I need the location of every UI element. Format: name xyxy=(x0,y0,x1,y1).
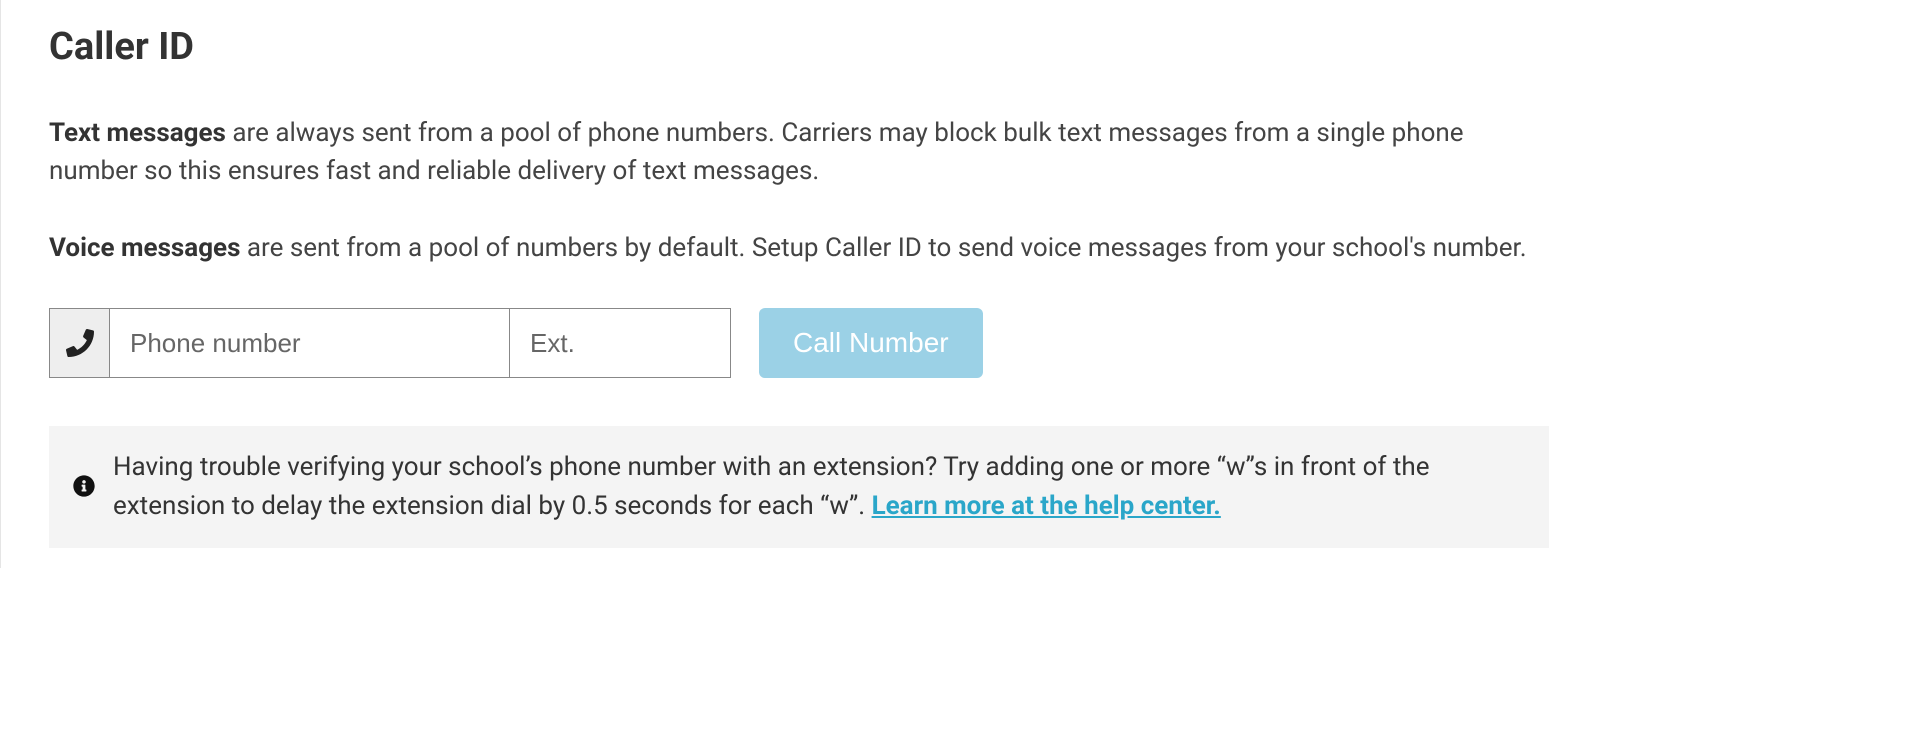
info-body: Having trouble verifying your school’s p… xyxy=(113,452,1430,521)
call-number-button[interactable]: Call Number xyxy=(759,308,983,378)
section-title: Caller ID xyxy=(49,20,1872,75)
caller-id-form-row: Call Number xyxy=(49,308,1872,378)
text-messages-body: are always sent from a pool of phone num… xyxy=(49,118,1464,186)
extension-input[interactable] xyxy=(510,309,730,377)
text-messages-label: Text messages xyxy=(49,118,226,148)
phone-input-group xyxy=(49,308,731,378)
info-text: Having trouble verifying your school’s p… xyxy=(113,448,1525,526)
info-icon xyxy=(73,448,95,524)
voice-messages-body: are sent from a pool of numbers by defau… xyxy=(240,233,1526,263)
info-box: Having trouble verifying your school’s p… xyxy=(49,426,1549,548)
phone-number-input[interactable] xyxy=(110,309,510,377)
voice-messages-paragraph: Voice messages are sent from a pool of n… xyxy=(49,230,1549,268)
help-center-link[interactable]: Learn more at the help center. xyxy=(872,491,1221,521)
voice-messages-label: Voice messages xyxy=(49,233,240,263)
phone-icon xyxy=(50,309,110,377)
text-messages-paragraph: Text messages are always sent from a poo… xyxy=(49,115,1549,190)
